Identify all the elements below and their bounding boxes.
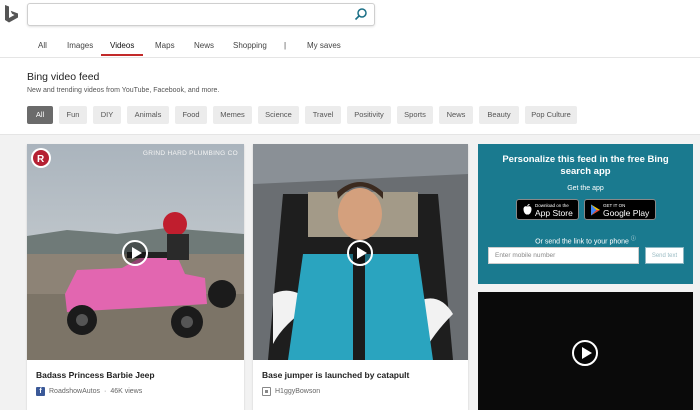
chip-fun[interactable]: Fun (59, 106, 87, 124)
chip-science[interactable]: Science (258, 106, 299, 124)
chip-food[interactable]: Food (175, 106, 207, 124)
scope-separator: | (284, 41, 287, 50)
video-title[interactable]: Base jumper is launched by catapult (262, 370, 409, 380)
meta-separator: · (103, 388, 107, 395)
video-thumbnail[interactable]: R GRIND HARD PLUMBING CO (27, 144, 244, 360)
app-store-label: App Store (535, 208, 573, 218)
search-box[interactable] (27, 3, 375, 26)
chip-all[interactable]: All (27, 106, 53, 124)
mobile-number-input[interactable] (488, 247, 639, 264)
video-watermark: GRIND HARD PLUMBING CO (142, 150, 238, 157)
tab-images[interactable]: Images (67, 40, 93, 52)
play-icon[interactable] (572, 340, 598, 366)
feed-title: Bing video feed (27, 71, 100, 83)
tab-shopping[interactable]: Shopping (233, 40, 267, 52)
google-play-label: Google Play (603, 208, 650, 218)
tab-videos[interactable]: Videos (110, 40, 134, 52)
promo-send-link-text: Or send the link to your phone ⓘ (478, 235, 693, 245)
send-link-label: Or send the link to your phone (535, 238, 629, 246)
chip-news[interactable]: News (439, 106, 473, 124)
chip-animals[interactable]: Animals (127, 106, 169, 124)
google-play-icon (591, 204, 600, 216)
tab-my-saves[interactable]: My saves (307, 40, 341, 52)
chip-travel[interactable]: Travel (305, 106, 341, 124)
video-card[interactable]: Base jumper is launched by catapult H1gg… (253, 144, 468, 410)
play-icon[interactable] (122, 240, 148, 266)
video-card[interactable]: R GRIND HARD PLUMBING CO Badass Princess… (27, 144, 244, 410)
feed-subtitle: New and trending videos from YouTube, Fa… (27, 87, 220, 94)
chip-diy[interactable]: DIY (93, 106, 121, 124)
chip-sports[interactable]: Sports (397, 106, 433, 124)
video-title[interactable]: Badass Princess Barbie Jeep (36, 370, 155, 380)
video-source: H1ggyBowson (275, 388, 321, 395)
google-play-button[interactable]: GET IT ON Google Play (584, 199, 656, 220)
generic-source-icon (262, 387, 271, 396)
info-icon[interactable]: ⓘ (631, 236, 636, 242)
tab-maps[interactable]: Maps (155, 40, 175, 52)
header: All Images Videos Maps News Shopping | M… (0, 0, 700, 58)
send-text-button[interactable]: Send text (645, 247, 684, 264)
video-source: RoadshowAutos (49, 388, 100, 395)
chip-memes[interactable]: Memes (213, 106, 252, 124)
search-icon[interactable] (354, 7, 368, 21)
chip-beauty[interactable]: Beauty (479, 106, 519, 124)
search-input[interactable] (28, 4, 348, 25)
active-tab-underline (101, 54, 143, 56)
facebook-icon: f (36, 387, 45, 396)
tab-all[interactable]: All (38, 40, 47, 52)
scope-nav: All Images Videos Maps News Shopping | M… (0, 40, 400, 58)
play-icon[interactable] (347, 240, 373, 266)
apple-icon (523, 204, 532, 215)
feed-header: Bing video feed New and trending videos … (0, 58, 700, 135)
tab-news[interactable]: News (194, 40, 214, 52)
chip-pop-culture[interactable]: Pop Culture (525, 106, 577, 124)
bing-logo-icon[interactable] (4, 4, 20, 24)
video-thumbnail[interactable] (253, 144, 468, 360)
video-card[interactable] (478, 292, 693, 410)
promo-get-app: Get the app (567, 185, 604, 192)
video-meta: H1ggyBowson (262, 387, 320, 396)
app-promo-panel: Personalize this feed in the free Bing s… (478, 144, 693, 284)
video-grid: R GRIND HARD PLUMBING CO Badass Princess… (0, 135, 700, 410)
video-meta: f RoadshowAutos · 46K views (36, 387, 142, 396)
video-views: 46K views (110, 388, 143, 395)
svg-text:R: R (37, 154, 45, 165)
app-store-button[interactable]: Download on the App Store (516, 199, 579, 220)
promo-title: Personalize this feed in the free Bing s… (502, 154, 669, 177)
chip-positivity[interactable]: Positivity (347, 106, 391, 124)
